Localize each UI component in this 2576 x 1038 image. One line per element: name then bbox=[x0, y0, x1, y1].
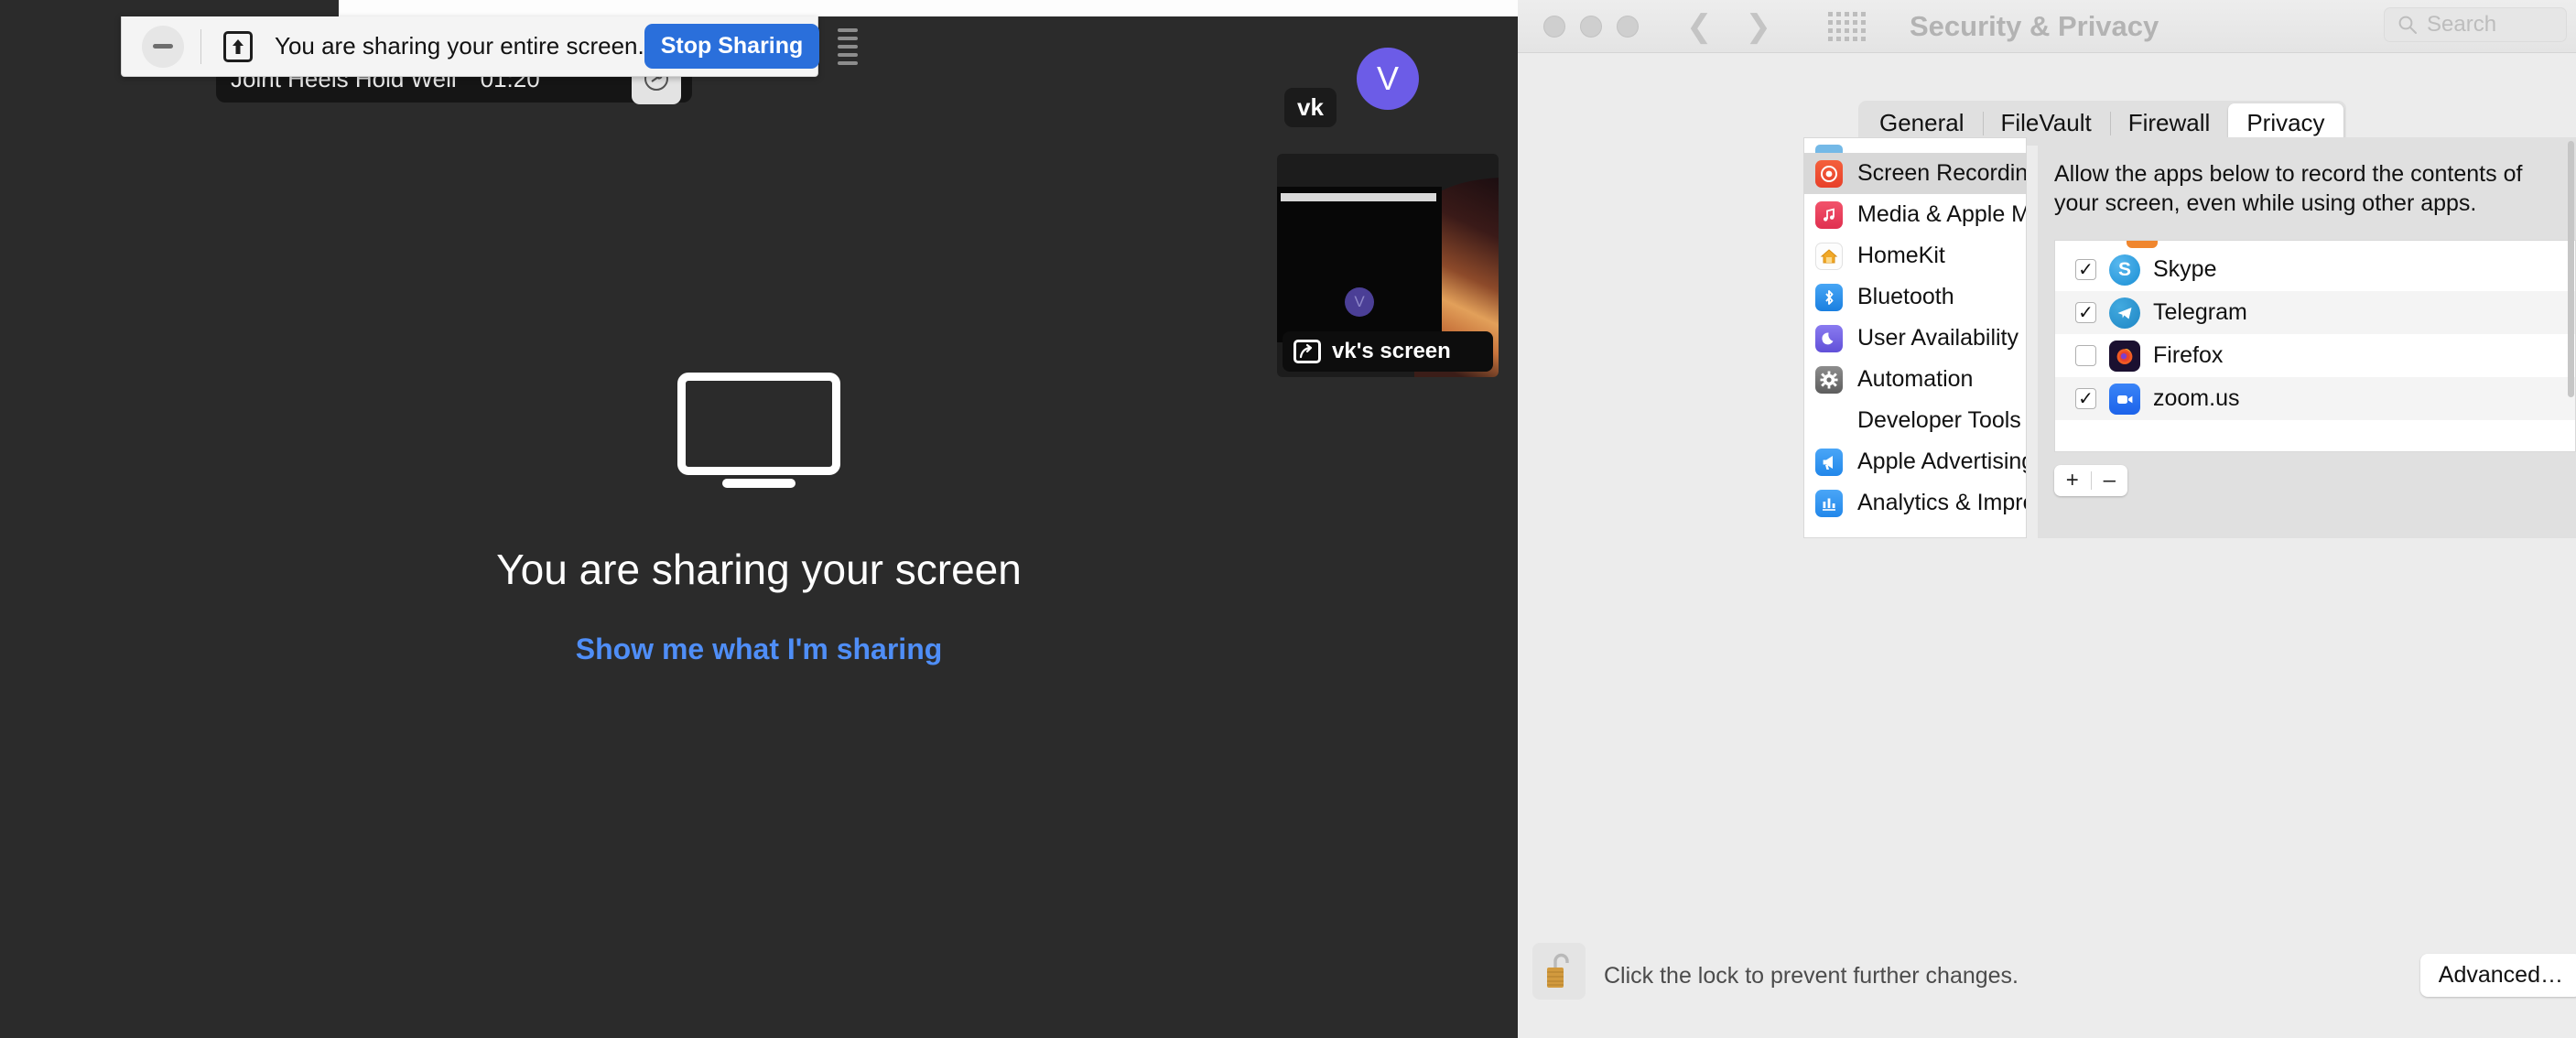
screen-share-toolbar: You are sharing your entire screen. Stop… bbox=[121, 16, 859, 77]
remove-app-button[interactable]: – bbox=[2092, 470, 2128, 492]
thumbnail-label-bar: vk's screen bbox=[1283, 331, 1493, 372]
app-row-partial-above bbox=[2055, 241, 2575, 248]
thumbnail-menubar bbox=[1281, 193, 1436, 201]
sidebar-item-media-apple-music[interactable]: Media & Apple Music bbox=[1804, 194, 2026, 235]
app-checkbox[interactable]: ✓ bbox=[2075, 302, 2096, 323]
sidebar-item-label: Apple Advertising bbox=[1857, 449, 2027, 474]
sidebar-item-bluetooth[interactable]: Bluetooth bbox=[1804, 276, 2026, 318]
sidebar-item-label: Developer Tools bbox=[1857, 407, 2021, 433]
close-button[interactable] bbox=[1543, 15, 1565, 38]
zoom-window-top-strip bbox=[0, 0, 1518, 18]
table-row[interactable]: ✓ S Skype bbox=[2055, 248, 2575, 291]
scrollbar[interactable] bbox=[2568, 141, 2574, 397]
sidebar-item-user-availability[interactable]: User Availability bbox=[1804, 318, 2026, 359]
sharing-heading: You are sharing your screen bbox=[496, 545, 1022, 593]
screen-recording-icon bbox=[1815, 159, 1843, 188]
homekit-icon bbox=[1815, 242, 1843, 270]
navigation-arrows: ❮ ❯ bbox=[1686, 11, 1771, 42]
music-icon bbox=[1815, 200, 1843, 229]
app-checkbox[interactable]: ✓ bbox=[2075, 259, 2096, 280]
app-name: Skype bbox=[2153, 256, 2217, 282]
zoom-icon bbox=[2109, 383, 2140, 415]
sidebar-item-label: Bluetooth bbox=[1857, 284, 1954, 309]
lock-hint-text: Click the lock to prevent further change… bbox=[1604, 963, 2019, 989]
minus-icon[interactable] bbox=[142, 25, 184, 68]
app-checkbox[interactable] bbox=[2075, 345, 2096, 366]
more-options-icon[interactable] bbox=[838, 27, 859, 65]
table-row[interactable]: ✓ Telegram bbox=[2055, 291, 2575, 334]
search-placeholder: Search bbox=[2427, 12, 2497, 37]
megaphone-icon bbox=[1815, 448, 1843, 476]
telegram-icon bbox=[2109, 297, 2140, 329]
avatar[interactable]: V bbox=[1357, 48, 1419, 110]
sidebar-item-label: Automation bbox=[1857, 366, 1974, 392]
show-me-what-im-sharing-link[interactable]: Show me what I'm sharing bbox=[576, 633, 943, 666]
toolbar-divider bbox=[200, 28, 201, 64]
show-all-grid-icon[interactable] bbox=[1828, 11, 1866, 41]
sidebar-item-label: Media & Apple Music bbox=[1857, 201, 2026, 227]
sysprefs-footer: Click the lock to prevent further change… bbox=[1518, 924, 2576, 1038]
table-row[interactable]: ✓ zoom.us bbox=[2055, 377, 2575, 420]
system-preferences-window: ❮ ❯ Security & Privacy Search General Fi… bbox=[1518, 0, 2576, 1038]
blank-icon bbox=[1815, 407, 1843, 435]
traffic-light-buttons bbox=[1543, 15, 1639, 38]
zoom-meeting-window: Joint Heels Hold Well 01:20 You are shar… bbox=[0, 0, 1518, 1038]
privacy-category-list: Screen Recording Media & Apple Music bbox=[1803, 137, 2027, 538]
privacy-panel: Screen Recording Media & Apple Music bbox=[1518, 53, 2576, 1038]
add-app-button[interactable]: + bbox=[2054, 470, 2091, 492]
skype-icon: S bbox=[2109, 254, 2140, 286]
sidebar-item-label: Analytics & Improvements bbox=[1857, 490, 2026, 515]
stop-sharing-button[interactable]: Stop Sharing bbox=[644, 24, 820, 69]
page-title: Security & Privacy bbox=[1910, 9, 2159, 42]
bluetooth-icon bbox=[1815, 283, 1843, 311]
sidebar-item-homekit[interactable]: HomeKit bbox=[1804, 235, 2026, 276]
sidebar-item-label: User Availability bbox=[1857, 325, 2019, 351]
gear-icon bbox=[1815, 365, 1843, 394]
screenshot-root: Joint Heels Hold Well 01:20 You are shar… bbox=[0, 0, 2576, 1038]
firefox-icon bbox=[2109, 340, 2140, 372]
chevron-right-icon[interactable]: ❯ bbox=[1746, 11, 1772, 42]
monitor-stand-icon bbox=[722, 478, 796, 488]
monitor-icon bbox=[677, 372, 840, 475]
thumbnail-label-text: vk's screen bbox=[1332, 339, 1451, 363]
screen-recording-detail-pane: Allow the apps below to record the conte… bbox=[2038, 137, 2576, 538]
search-input[interactable]: Search bbox=[2384, 7, 2567, 42]
sidebar-item-partial-above[interactable] bbox=[1804, 138, 2026, 153]
app-checkbox[interactable]: ✓ bbox=[2075, 388, 2096, 409]
table-row[interactable]: Firefox bbox=[2055, 334, 2575, 377]
share-arrow-icon bbox=[1293, 340, 1321, 363]
sidebar-item-apple-advertising[interactable]: Apple Advertising bbox=[1804, 441, 2026, 482]
moon-icon bbox=[1815, 324, 1843, 352]
chevron-left-icon[interactable]: ❮ bbox=[1686, 11, 1713, 42]
sidebar-item-analytics-improvements[interactable]: Analytics & Improvements bbox=[1804, 482, 2026, 524]
sidebar-item-label: Screen Recording bbox=[1857, 160, 2027, 186]
app-name: Telegram bbox=[2153, 299, 2247, 325]
shared-screen-thumbnail[interactable]: V vk's screen bbox=[1277, 154, 1499, 377]
sidebar-item-automation[interactable]: Automation bbox=[1804, 359, 2026, 400]
desktop-background-strip bbox=[339, 0, 1518, 16]
avatar-initial: V bbox=[1376, 59, 1399, 97]
add-remove-app-buttons: + – bbox=[2054, 465, 2127, 496]
advanced-button[interactable]: Advanced… bbox=[2419, 954, 2576, 997]
minimize-button[interactable] bbox=[1580, 15, 1602, 38]
sysprefs-titlebar: ❮ ❯ Security & Privacy Search bbox=[1518, 0, 2576, 53]
sidebar-item-screen-recording[interactable]: Screen Recording bbox=[1804, 153, 2026, 194]
thumbnail-avatar-initial: V bbox=[1354, 293, 1365, 310]
thumbnail-avatar: V bbox=[1345, 287, 1374, 317]
thumbnail-window bbox=[1277, 187, 1442, 342]
app-name: Firefox bbox=[2153, 342, 2224, 368]
app-name: zoom.us bbox=[2153, 385, 2240, 411]
bar-chart-icon bbox=[1815, 489, 1843, 517]
sysprefs-body: General FileVault Firewall Privacy Scree… bbox=[1518, 53, 2576, 1038]
participant-name-chip: vk bbox=[1284, 88, 1337, 127]
sidebar-item-developer-tools[interactable]: Developer Tools bbox=[1804, 400, 2026, 441]
allow-description: Allow the apps below to record the conte… bbox=[2054, 161, 2523, 216]
zoom-button[interactable] bbox=[1617, 15, 1639, 38]
search-icon bbox=[2398, 16, 2417, 34]
allowed-apps-list: ✓ S Skype ✓ Telegram Firefox ✓ zoom.us bbox=[2054, 240, 2576, 452]
sharing-status-message: You are sharing your entire screen. bbox=[275, 32, 644, 59]
screen-share-up-icon bbox=[223, 30, 253, 62]
sidebar-item-label: HomeKit bbox=[1857, 243, 1945, 268]
unlocked-padlock-icon[interactable] bbox=[1532, 943, 1586, 1000]
